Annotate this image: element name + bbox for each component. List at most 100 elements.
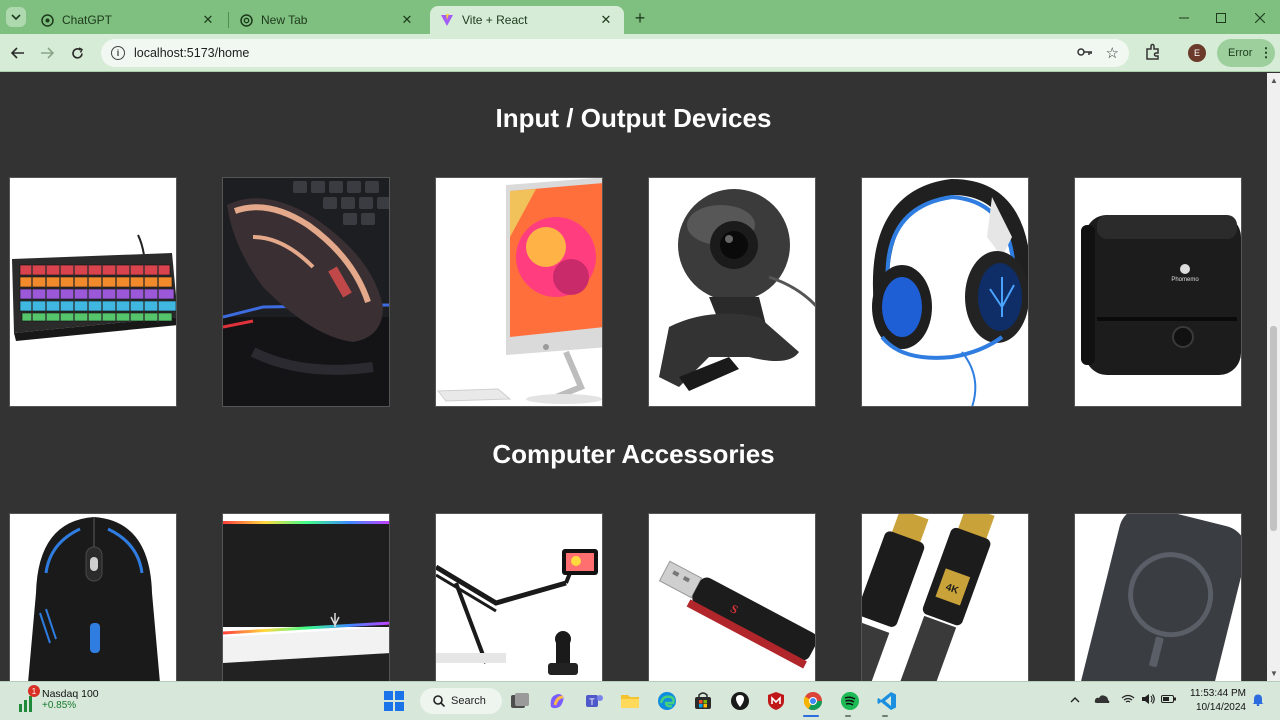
printer-brand-logo: Phomemo — [1171, 277, 1199, 283]
edge-button[interactable] — [656, 690, 678, 712]
vite-icon — [440, 13, 454, 27]
edge-browser-icon — [658, 692, 676, 710]
maximize-button[interactable] — [1211, 8, 1231, 28]
imac-monitor-image — [436, 178, 602, 404]
product-card-power-bank[interactable] — [1074, 513, 1242, 681]
page-scrollbar[interactable]: ▲ ▼ — [1267, 73, 1280, 681]
site-info-icon[interactable]: i — [111, 46, 125, 60]
product-card-webcam[interactable] — [648, 177, 816, 407]
product-card-mini-printer[interactable]: Phomemo — [1074, 177, 1242, 407]
browser-toolbar: i localhost:5173/home ☆ E Error ⋮ — [0, 34, 1280, 72]
maximize-icon — [1216, 13, 1226, 23]
spotify-icon — [841, 692, 859, 710]
plus-icon: + — [634, 7, 646, 28]
tab-chatgpt[interactable]: ChatGPT ✕ — [30, 6, 226, 34]
extensions-puzzle-icon[interactable] — [1144, 43, 1162, 66]
product-card-headset[interactable] — [861, 177, 1029, 407]
tab-title: Vite + React — [462, 13, 528, 27]
product-card-imac[interactable] — [435, 177, 603, 407]
onedrive-cloud-icon[interactable] — [1094, 693, 1110, 707]
reload-button[interactable] — [66, 42, 88, 64]
product-card-rgb-mousepad[interactable] — [222, 513, 390, 681]
hdmi-cable-image: 4K — [862, 514, 995, 681]
minimize-icon — [1179, 17, 1189, 19]
chatgpt-icon — [40, 13, 54, 27]
forward-button[interactable] — [36, 42, 58, 64]
task-view-button[interactable] — [509, 690, 531, 712]
page-viewport: Input / Output Devices Phomemo Computer … — [0, 73, 1267, 681]
search-label: Search — [451, 695, 486, 707]
close-icon[interactable]: ✕ — [200, 12, 216, 28]
tab-title: New Tab — [261, 13, 308, 27]
spotify-button[interactable] — [839, 690, 861, 712]
product-card-phone-arm-stand[interactable] — [435, 513, 603, 681]
stock-widget[interactable]: 1 Nasdaq 100 +0.85% — [18, 685, 99, 712]
back-button[interactable] — [7, 42, 29, 64]
copilot-button[interactable] — [546, 690, 568, 712]
close-icon[interactable]: ✕ — [598, 12, 614, 28]
location-pin-app-icon — [731, 692, 749, 710]
volume-icon[interactable] — [1141, 693, 1155, 707]
usb-flash-drive-image: S — [658, 560, 815, 669]
section-title-io-devices: Input / Output Devices — [495, 103, 772, 133]
vscode-button[interactable] — [876, 690, 898, 712]
address-bar[interactable]: i localhost:5173/home ☆ — [101, 39, 1129, 67]
windows-taskbar: 1 Nasdaq 100 +0.85% Search T 11:53:44 PM… — [0, 681, 1280, 720]
clock-date: 10/14/2024 — [1195, 702, 1246, 713]
headset-image — [872, 178, 1028, 406]
vscode-icon — [877, 692, 896, 710]
minimize-button[interactable] — [1174, 8, 1194, 28]
tab-search-button[interactable] — [6, 7, 26, 27]
chrome-taskbar-button[interactable] — [802, 690, 824, 712]
product-card-gaming-mouse[interactable] — [222, 177, 390, 407]
keyboard-image — [12, 234, 176, 341]
wifi-icon[interactable] — [1121, 693, 1135, 707]
tray-chevron-up-icon[interactable] — [1070, 693, 1080, 707]
tab-new-tab[interactable]: New Tab ✕ — [229, 6, 425, 34]
wireless-mouse-image — [28, 517, 160, 681]
password-key-icon[interactable] — [1077, 45, 1093, 63]
app-pin-button[interactable] — [729, 690, 751, 712]
phone-arm-stand-image — [436, 549, 598, 675]
reload-icon — [71, 46, 83, 59]
product-card-keyboard[interactable] — [9, 177, 177, 407]
mcafee-button[interactable] — [765, 690, 787, 712]
notification-bell-icon[interactable] — [1252, 693, 1264, 709]
error-label: Error — [1228, 47, 1253, 59]
browser-error-button[interactable]: Error ⋮ — [1217, 39, 1275, 67]
arrow-left-icon — [11, 47, 24, 59]
product-card-usb-flash-drive[interactable]: S — [648, 513, 816, 681]
tab-vite-react[interactable]: Vite + React ✕ — [430, 6, 624, 34]
mcafee-shield-icon — [768, 692, 784, 710]
file-explorer-button[interactable] — [619, 690, 641, 712]
system-clock[interactable]: 11:53:44 PM 10/14/2024 — [1186, 687, 1246, 715]
more-vert-icon: ⋮ — [1259, 45, 1273, 60]
folder-icon — [621, 695, 639, 708]
webcam-image — [659, 189, 815, 391]
chrome-icon — [239, 13, 253, 27]
product-card-wireless-mouse[interactable] — [9, 513, 177, 681]
battery-icon[interactable] — [1161, 693, 1177, 707]
profile-avatar[interactable]: E — [1188, 44, 1206, 62]
window-close-button[interactable] — [1250, 8, 1270, 28]
arrow-right-icon — [41, 47, 54, 59]
bookmark-star-icon[interactable]: ☆ — [1106, 44, 1119, 62]
teams-button[interactable]: T — [583, 690, 605, 712]
scrollbar-thumb[interactable] — [1270, 326, 1277, 531]
taskbar-search[interactable]: Search — [420, 688, 502, 714]
section-title-computer-accessories: Computer Accessories — [492, 439, 775, 469]
product-card-hdmi-cable[interactable]: 4K — [861, 513, 1029, 681]
store-button[interactable] — [692, 690, 714, 712]
windows-logo-icon — [384, 691, 404, 711]
scroll-up-arrow-icon[interactable]: ▲ — [1270, 76, 1278, 85]
start-button[interactable] — [383, 690, 405, 712]
close-icon — [1255, 13, 1265, 23]
power-bank-image — [1078, 514, 1241, 681]
new-tab-button[interactable]: + — [630, 8, 650, 28]
scroll-down-arrow-icon[interactable]: ▼ — [1270, 669, 1278, 678]
tab-title: ChatGPT — [62, 13, 113, 27]
widget-name: Nasdaq 100 — [42, 687, 99, 700]
teams-icon: T — [586, 695, 603, 707]
close-icon[interactable]: ✕ — [399, 12, 415, 28]
running-app-indicator — [882, 715, 888, 717]
